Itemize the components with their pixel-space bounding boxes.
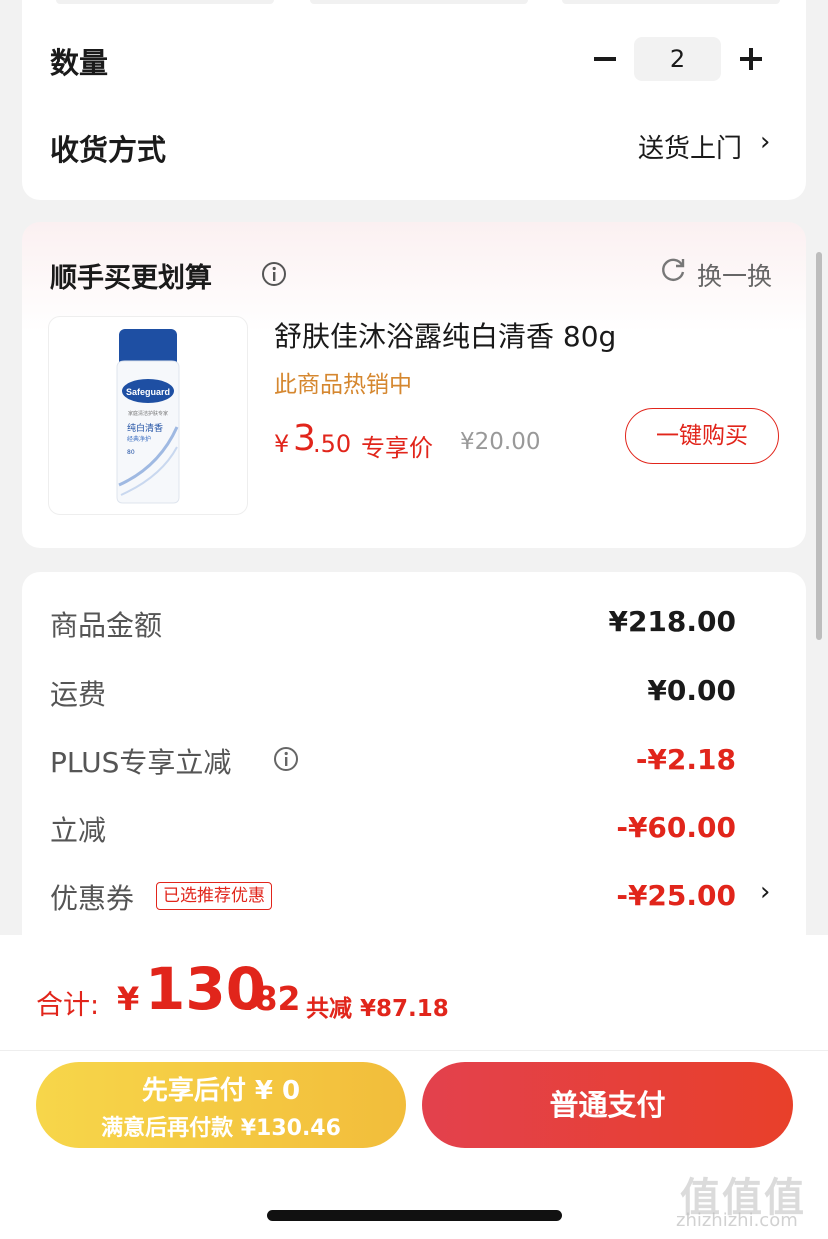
quantity-decrease-button[interactable] (585, 39, 625, 79)
quantity-input[interactable]: 2 (634, 37, 721, 81)
product-image-tagline: 家庭清洁护肤专家 (128, 410, 168, 417)
addon-title: 顺手买更划算 (50, 263, 212, 294)
price-symbol: ¥ (274, 430, 290, 458)
product-name[interactable]: 舒肤佳沐浴露纯白清香 80g (274, 315, 616, 355)
summary-label-shipping: 运费 (50, 678, 107, 711)
summary-value-plus: -¥2.18 (635, 743, 736, 776)
chevron-right-icon[interactable]: › (760, 877, 770, 907)
option-tab-stub (310, 0, 528, 4)
refresh-icon[interactable] (660, 256, 688, 290)
plus-icon (740, 48, 762, 70)
total-saved[interactable]: 共减 ¥87.18 (306, 989, 449, 1023)
summary-label-coupon[interactable]: 优惠券 (50, 877, 134, 917)
divider (0, 1050, 828, 1051)
product-image[interactable]: Safeguard 家庭清洁护肤专家 纯白清香 经典净护 80 (48, 316, 248, 515)
normal-pay-button[interactable]: 普通支付 (422, 1062, 793, 1148)
summary-label-plus: PLUS专享立减 (50, 746, 232, 779)
info-icon[interactable] (273, 746, 299, 772)
price-tag: 专享价 (361, 434, 433, 462)
coupon-badge: 已选推荐优惠 (156, 882, 272, 910)
option-tab-stub (562, 0, 780, 4)
order-options-card (22, 0, 806, 200)
minus-icon (594, 57, 616, 61)
quantity-label: 数量 (50, 46, 109, 80)
summary-value-discount: -¥60.00 (616, 811, 736, 844)
summary-value-coupon[interactable]: -¥25.00 (616, 879, 736, 912)
summary-label-goods: 商品金额 (50, 609, 163, 642)
pay-later-button[interactable]: 先享后付 ¥ 0 满意后再付款 ¥130.46 (36, 1062, 406, 1148)
option-tab-stub (56, 0, 274, 4)
watermark-url: zhizhizhi.com (676, 1210, 798, 1231)
original-price: ¥20.00 (460, 429, 541, 455)
product-image-line2: 经典净护 (127, 435, 151, 443)
product-image-line1: 纯白清香 (127, 422, 163, 434)
scrollbar[interactable] (816, 252, 822, 640)
total-label: 合计: (36, 990, 100, 1021)
product-hot-text: 此商品热销中 (274, 372, 412, 398)
refresh-label[interactable]: 换一换 (697, 257, 772, 293)
pay-later-subtitle: 满意后再付款 ¥130.46 (101, 1116, 341, 1141)
total-decimal: .82 (242, 979, 301, 1018)
one-click-buy-button[interactable]: 一键购买 (625, 408, 779, 464)
summary-value-goods: ¥218.00 (608, 605, 736, 638)
home-indicator[interactable] (267, 1210, 562, 1221)
product-image-badge: 80 (127, 449, 135, 456)
quantity-increase-button[interactable] (731, 39, 771, 79)
info-icon[interactable] (261, 261, 287, 287)
price-decimal: .50 (313, 430, 352, 458)
total-symbol: ¥ (117, 980, 140, 1018)
delivery-method-value[interactable]: 送货上门 (638, 128, 742, 165)
summary-value-shipping: ¥0.00 (647, 674, 736, 707)
product-image-brand: Safeguard (126, 387, 170, 397)
pay-later-title: 先享后付 ¥ 0 (141, 1076, 301, 1106)
chevron-right-icon[interactable]: › (760, 127, 770, 157)
delivery-method-label: 收货方式 (50, 133, 167, 167)
summary-label-discount: 立减 (50, 814, 107, 847)
